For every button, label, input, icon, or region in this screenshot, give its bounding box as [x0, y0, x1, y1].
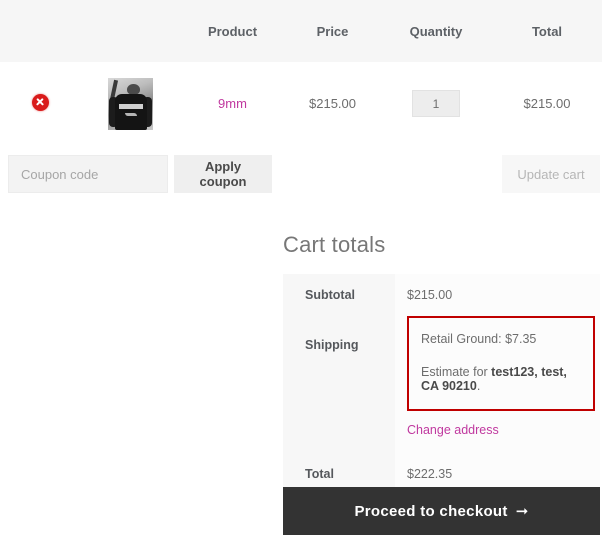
- estimate-prefix: Estimate for: [421, 365, 492, 379]
- update-cart-button[interactable]: Update cart: [502, 155, 600, 193]
- column-header-product: Product: [180, 0, 285, 62]
- table-row: 9mm $215.00 $215.00: [0, 62, 602, 145]
- totals-row-subtotal: Subtotal $215.00: [283, 274, 600, 316]
- subtotal-value: $215.00: [395, 274, 600, 316]
- cart-table-header: Product Price Quantity Total: [0, 0, 602, 62]
- product-thumbnail[interactable]: [107, 77, 153, 130]
- cell-price: $215.00: [285, 62, 380, 145]
- cell-remove: [0, 62, 80, 145]
- cell-product-name: 9mm: [180, 62, 285, 145]
- column-header-remove: [0, 0, 80, 62]
- cell-quantity: [380, 62, 492, 145]
- arrow-right-icon: ➞: [515, 503, 529, 520]
- subtotal-label: Subtotal: [283, 274, 395, 316]
- shipping-label: Shipping: [283, 316, 395, 453]
- column-header-thumbnail: [80, 0, 180, 62]
- cart-header-row: Product Price Quantity Total: [0, 0, 602, 62]
- thumbnail-detail-logo: [124, 112, 137, 116]
- column-header-price: Price: [285, 0, 380, 62]
- cell-thumbnail: [80, 62, 180, 145]
- shipping-method-text: Retail Ground: $7.35: [421, 332, 537, 346]
- coupon-row: Apply coupon Update cart: [0, 155, 602, 193]
- change-address-link[interactable]: Change address: [407, 423, 600, 437]
- proceed-to-checkout-button[interactable]: Proceed to checkout ➞: [283, 487, 600, 535]
- shipping-estimate-text: Estimate for test123, test, CA 90210.: [421, 365, 581, 393]
- cart-table: Product Price Quantity Total 9mm $215.00…: [0, 0, 602, 145]
- shipping-cell: Retail Ground: $7.35 Estimate for test12…: [395, 316, 600, 453]
- cart-totals-heading: Cart totals: [283, 232, 386, 257]
- column-header-quantity: Quantity: [380, 0, 492, 62]
- apply-coupon-button[interactable]: Apply coupon: [174, 155, 272, 193]
- cart-totals-table: Subtotal $215.00 Shipping Retail Ground:…: [283, 274, 600, 495]
- cell-line-total: $215.00: [492, 62, 602, 145]
- thumbnail-detail-shirt: [114, 93, 147, 130]
- thumbnail-detail-print: [118, 103, 143, 109]
- product-name-link[interactable]: 9mm: [218, 96, 247, 111]
- checkout-button-label: Proceed to checkout: [354, 503, 508, 520]
- cart-table-body: 9mm $215.00 $215.00: [0, 62, 602, 145]
- remove-circle-icon[interactable]: [31, 93, 49, 111]
- quantity-input[interactable]: [412, 90, 460, 117]
- cart-totals-section: Cart totals Subtotal $215.00 Shipping Re…: [283, 232, 600, 495]
- column-header-total: Total: [492, 0, 602, 62]
- coupon-code-input[interactable]: [8, 155, 168, 193]
- shipping-highlight-box: Retail Ground: $7.35 Estimate for test12…: [407, 316, 595, 411]
- estimate-suffix: .: [476, 379, 481, 393]
- totals-row-shipping: Shipping Retail Ground: $7.35 Estimate f…: [283, 316, 600, 453]
- thumbnail-detail-head: [126, 83, 140, 95]
